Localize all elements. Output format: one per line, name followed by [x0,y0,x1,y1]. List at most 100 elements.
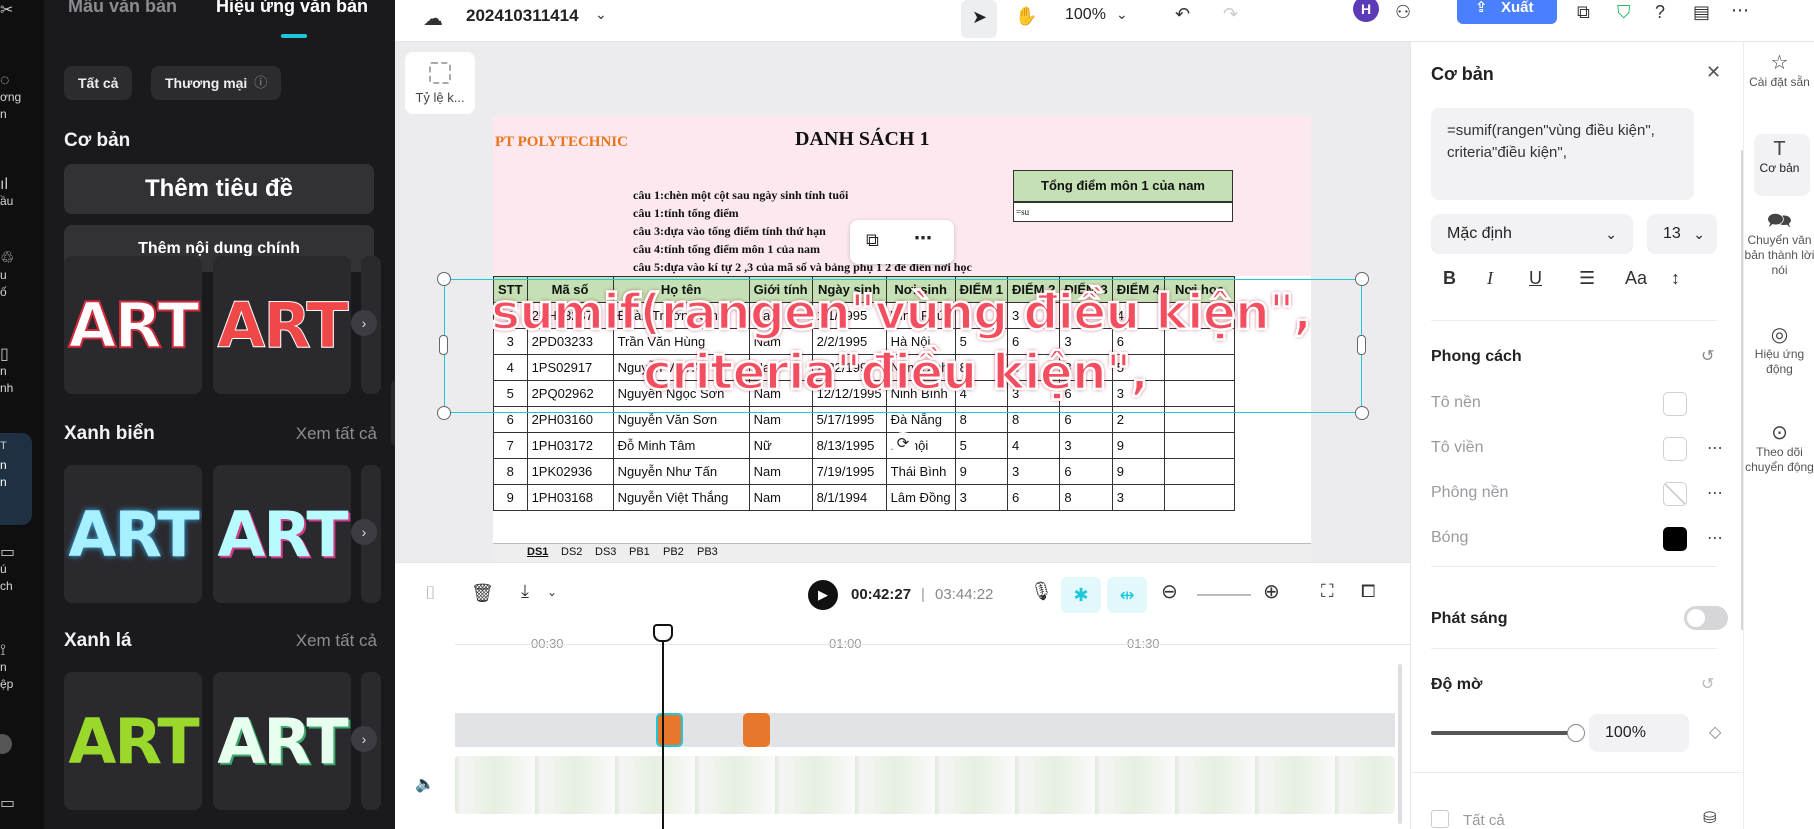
shadow-more-icon[interactable]: ⋯ [1707,528,1723,548]
undo-icon[interactable]: ↶ [1175,4,1190,25]
zoom-in-icon[interactable]: ⊕ [1263,579,1280,604]
resize-handle-br[interactable] [1355,406,1369,420]
font-select[interactable]: Mặc định ⌄ [1431,214,1633,254]
resize-handle-right[interactable] [1357,335,1366,355]
text-clip[interactable] [743,713,770,747]
art-card-blue-2[interactable]: ART [213,465,351,603]
filter-all-chip[interactable]: Tất cả [64,66,133,100]
overlay-text-line2[interactable]: criteria"điều kiện", [642,343,1150,403]
case-icon[interactable]: Aa [1625,268,1647,289]
text-content-field[interactable]: =sumif(rangen"vùng điều kiện", criteria"… [1431,108,1694,200]
split-icon[interactable]: ⌷ [425,583,436,604]
timeline-scrollbar[interactable] [1398,664,1402,824]
export-button[interactable]: ⇪ Xuất [1457,0,1557,24]
tab-effects[interactable]: Hiệu ứng văn bản [216,0,368,17]
add-title-button[interactable]: Thêm tiêu đề [64,164,374,214]
stroke-swatch[interactable] [1663,437,1687,461]
sidebar-item-6[interactable]: ▭ ú ch [0,544,44,595]
avatar[interactable]: H [1353,0,1379,22]
font-size-select[interactable]: 13 ⌄ [1647,214,1717,254]
fullscreen-icon[interactable]: ⛶ [1321,581,1334,602]
rail-basic[interactable]: T Cơ bản [1744,139,1814,176]
rail-animation[interactable]: ◎ Hiệu ứng động [1744,325,1814,377]
apply-all-checkbox[interactable] [1431,810,1449,828]
zoom-level[interactable]: 100% [1065,6,1106,24]
resize-handle-tr[interactable] [1355,272,1369,286]
opacity-slider-knob[interactable] [1567,724,1585,742]
reset-icon[interactable]: ↺ [1701,674,1714,694]
aspect-ratio-button[interactable]: Tỷ lệ k... [405,52,475,114]
help-icon[interactable]: ? [1655,2,1665,23]
redo-icon[interactable]: ↷ [1223,4,1238,25]
sidebar-item-2[interactable]: ıl ầu [0,176,44,210]
text-clip-selected[interactable] [656,713,683,747]
rail-text-to-speech[interactable]: 🗪 Chuyển văn bản thành lời nói [1744,211,1814,278]
hand-icon[interactable]: ✋ [1015,6,1037,27]
add-user-icon[interactable]: ⚇ [1395,2,1411,23]
video-track[interactable] [455,756,1395,814]
select-tool-button[interactable]: ➤ [961,0,997,38]
sidebar-item-text[interactable]: ᵀnn [0,440,44,491]
fill-swatch[interactable] [1663,392,1687,416]
zoom-slider[interactable] [1197,594,1251,596]
download-chevron-icon[interactable]: ⌄ [547,585,557,599]
sidebar-item-3[interactable]: ♲ u ố [0,250,44,301]
scroll-right-button-blue[interactable]: › [351,519,377,545]
line-spacing-icon[interactable]: ↕ [1671,268,1680,289]
see-all-green-link[interactable]: Xem tất cả [296,631,377,651]
art-card-green-1[interactable]: ART [64,672,202,810]
play-button[interactable]: ▶ [808,580,838,610]
screen-icon[interactable]: ⧉ [1577,2,1590,23]
background-swatch[interactable] [1663,482,1687,506]
microphone-icon[interactable]: 🎙 [1030,581,1053,602]
scroll-right-button-green[interactable]: › [351,726,377,752]
more-options-icon[interactable]: ⋯ [914,228,932,249]
playhead-handle[interactable] [653,624,673,642]
filter-commercial-chip[interactable]: Thương mại ⓘ [151,66,282,100]
overlay-text-line1[interactable]: sumif(rangen"vùng điều kiện", [493,283,1311,343]
download-icon[interactable]: ⤓ [521,581,529,602]
sidebar-item-7[interactable]: ⟟ n ệp [0,642,44,693]
lock-icon[interactable]: ⛁ [1703,808,1716,828]
caption-preview-icon[interactable]: ⧠ [1361,581,1375,602]
resize-handle-bl[interactable] [437,406,451,420]
resize-handle-tl[interactable] [437,272,451,286]
link-button[interactable]: ⇹ [1107,577,1147,613]
sidebar-top-icon[interactable]: ✂ [0,2,44,19]
chevron-down-icon[interactable]: ⌄ [595,6,607,23]
tab-templates[interactable]: Mẫu văn bản [68,0,177,17]
project-name[interactable]: 202410311414 [466,6,579,26]
reset-icon[interactable]: ↺ [1701,346,1714,366]
resize-handle-left[interactable] [439,335,448,355]
underline-icon[interactable]: U [1529,268,1542,289]
see-all-blue-link[interactable]: Xem tất cả [296,424,377,444]
zoom-out-icon[interactable]: ⊖ [1161,579,1178,604]
shield-icon[interactable]: ⛉ [1617,2,1631,23]
sidebar-item-4[interactable]: ▯ n nh [0,346,44,397]
scroll-right-button[interactable]: › [351,310,377,336]
align-icon[interactable]: ☰ [1579,268,1595,289]
volume-icon[interactable]: 🔈 [415,774,435,794]
sidebar-bottom-icon[interactable]: ▭ [0,795,44,812]
shadow-swatch[interactable] [1663,527,1687,551]
glow-toggle[interactable] [1684,606,1728,630]
italic-icon[interactable]: I [1487,268,1493,289]
art-card-green-2[interactable]: ART [213,672,351,810]
rail-presets[interactable]: ☆ Cài đặt sẵn [1744,53,1814,90]
bold-icon[interactable]: B [1443,268,1456,289]
close-icon[interactable]: ✕ [1706,62,1721,83]
opacity-input[interactable]: 100% [1589,714,1689,752]
sidebar-collapse-dot[interactable] [0,734,12,754]
rail-tracking[interactable]: ⊙ Theo dõi chuyển động [1744,423,1814,475]
background-more-icon[interactable]: ⋯ [1707,483,1723,503]
duplicate-icon[interactable]: ⧉ [866,230,879,251]
art-card-basic-1[interactable]: ART [64,256,202,394]
auto-snap-button[interactable]: ✱ [1061,577,1101,613]
sidebar-item-1[interactable]: ◌ ơng n [0,72,44,123]
keyframe-icon[interactable]: ◇ [1709,722,1721,742]
art-card-basic-2[interactable]: ART [213,256,351,394]
stroke-more-icon[interactable]: ⋯ [1707,438,1723,458]
more-icon[interactable]: ⋯ [1731,0,1749,21]
art-card-blue-1[interactable]: ART [64,465,202,603]
opacity-slider-track[interactable] [1431,731,1576,735]
